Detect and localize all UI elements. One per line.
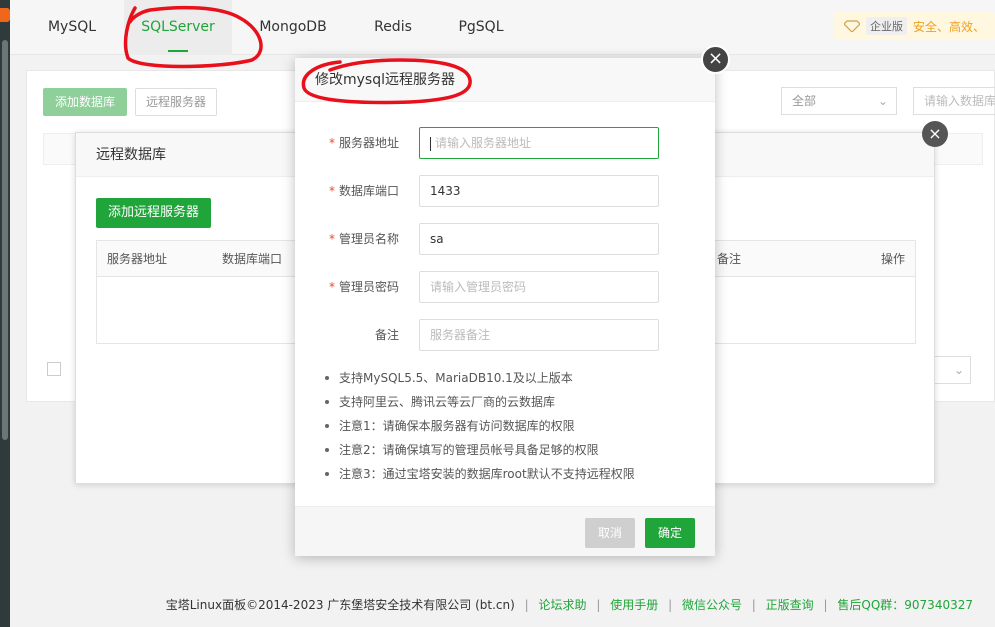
tip-item: 注意1：请确保本服务器有访问数据库的权限 [325, 414, 705, 438]
tip-item: 注意2：请确保填写的管理员帐号具备足够的权限 [325, 438, 705, 462]
tab-mongodb[interactable]: MongoDB [246, 0, 340, 55]
tips-list: 支持MySQL5.5、MariaDB10.1及以上版本 支持阿里云、腾讯云等云厂… [325, 366, 705, 486]
filter-select[interactable]: 全部 ⌄ [781, 87, 897, 115]
db-port-input[interactable]: 1433 [419, 175, 659, 207]
add-database-button[interactable]: 添加数据库 [43, 88, 128, 116]
enterprise-tag: 企业版 [865, 17, 907, 35]
form-row-admin-password: * 管理员密码 请输入管理员密码 [295, 271, 715, 303]
remote-dialog-close-icon[interactable]: × [922, 121, 948, 147]
form-row-server-address: * 服务器地址 请输入服务器地址 [295, 127, 715, 159]
db-tabs-bar: MySQL SQLServer MongoDB Redis PgSQL 企业版 … [10, 0, 995, 55]
server-address-input[interactable]: 请输入服务器地址 [419, 127, 659, 159]
scrollbar-thumb[interactable] [2, 40, 8, 440]
select-all-checkbox[interactable] [47, 362, 61, 376]
remote-server-button[interactable]: 远程服务器 [135, 88, 218, 116]
diamond-icon [843, 20, 860, 32]
panel-toolbar: 添加数据库 远程服务器 [43, 88, 218, 118]
page-size-select[interactable]: ⌄ [931, 356, 971, 384]
column-remark: 备注 [717, 252, 742, 266]
cancel-button[interactable]: 取消 [585, 518, 635, 548]
orange-tab [0, 8, 10, 22]
admin-password-label: * 管理员密码 [328, 280, 399, 294]
tab-mysql[interactable]: MySQL [30, 0, 114, 55]
tab-sqlserver[interactable]: SQLServer [124, 0, 232, 55]
column-server-address: 服务器地址 [107, 252, 168, 266]
footer-link-forum[interactable]: 论坛求助 [539, 598, 587, 612]
footer-link-wechat[interactable]: 微信公众号 [682, 598, 742, 612]
footer-copyright: 宝塔Linux面板©2014-2023 广东堡塔安全技术有限公司 (bt.cn) [165, 598, 515, 612]
footer-text: 宝塔Linux面板©2014-2023 广东堡塔安全技术有限公司 (bt.cn)… [165, 598, 973, 612]
tip-item: 注意3：通过宝塔安装的数据库root默认不支持远程权限 [325, 462, 705, 486]
remark-label: 备注 [374, 328, 399, 342]
text-caret [430, 136, 431, 151]
remark-input[interactable]: 服务器备注 [419, 319, 659, 351]
admin-name-label: * 管理员名称 [328, 232, 399, 246]
modal-footer: 取消 确定 [295, 506, 715, 556]
footer-link-manual[interactable]: 使用手册 [610, 598, 658, 612]
edit-remote-server-modal: 修改mysql远程服务器 * 服务器地址 请输入服务器地址 * 数据库端口 1433… [295, 58, 715, 556]
admin-name-input[interactable]: sa [419, 223, 659, 255]
page-footer: 宝塔Linux面板©2014-2023 广东堡塔安全技术有限公司 (bt.cn)… [10, 578, 995, 627]
database-search-input[interactable]: 请输入数据库 [913, 87, 995, 115]
tip-item: 支持MySQL5.5、MariaDB10.1及以上版本 [325, 366, 705, 390]
tab-pgsql[interactable]: PgSQL [446, 0, 516, 55]
server-address-label: * 服务器地址 [328, 136, 399, 150]
column-db-port: 数据库端口 [222, 252, 283, 266]
active-tab-indicator [168, 50, 188, 52]
form-row-db-port: * 数据库端口 1433 [295, 175, 715, 207]
enterprise-promo: 安全、高效、 [912, 19, 985, 34]
left-edge-strip [0, 0, 10, 627]
tab-redis[interactable]: Redis [360, 0, 426, 55]
form-row-admin-name: * 管理员名称 sa [295, 223, 715, 255]
modal-close-icon[interactable]: × [701, 45, 730, 74]
footer-link-qq-group[interactable]: 售后QQ群：907340327 [837, 598, 973, 612]
form-row-remark: 备注 服务器备注 [295, 319, 715, 351]
column-actions: 操作 [880, 252, 905, 266]
chevron-down-icon: ⌄ [877, 94, 888, 108]
enterprise-badge[interactable]: 企业版 安全、高效、 [833, 12, 995, 40]
modal-title: 修改mysql远程服务器 [295, 58, 715, 102]
admin-password-input[interactable]: 请输入管理员密码 [419, 271, 659, 303]
tip-item: 支持阿里云、腾讯云等云厂商的云数据库 [325, 390, 705, 414]
footer-link-license[interactable]: 正版查询 [766, 598, 814, 612]
confirm-button[interactable]: 确定 [645, 518, 695, 548]
db-port-label: * 数据库端口 [328, 184, 399, 198]
add-remote-server-button[interactable]: 添加远程服务器 [96, 198, 212, 228]
